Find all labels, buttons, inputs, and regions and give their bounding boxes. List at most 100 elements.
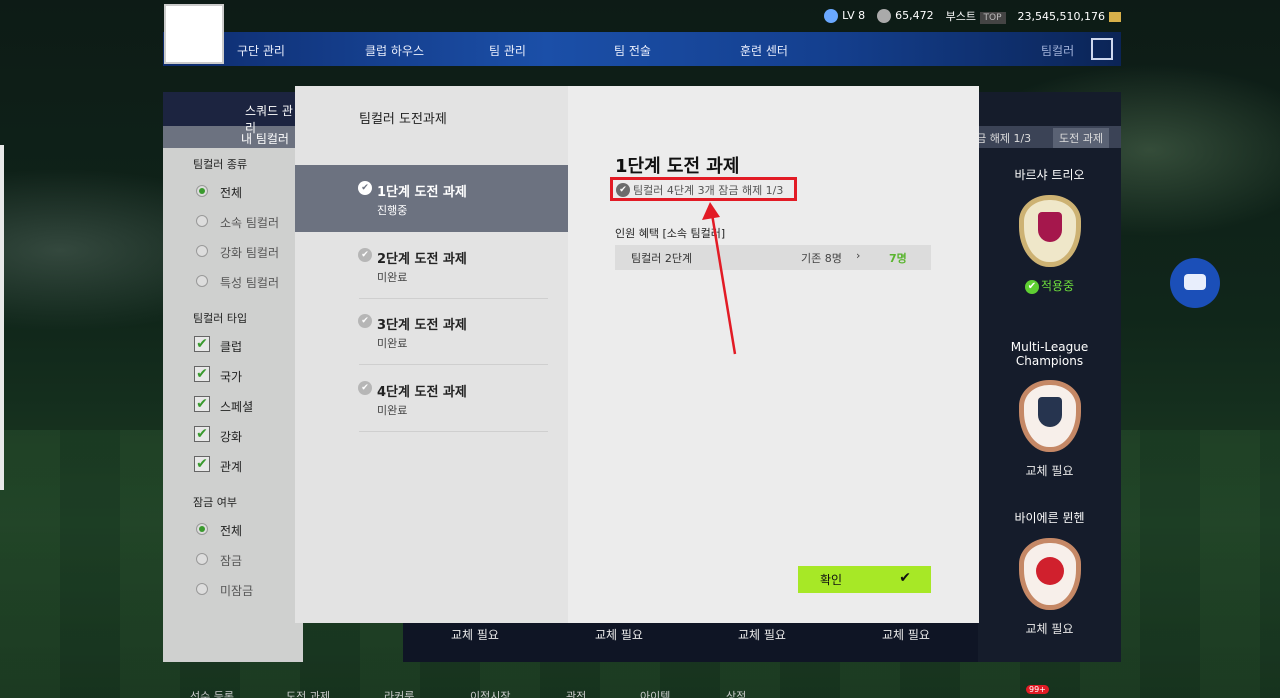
trophy-icon	[1037, 397, 1062, 427]
notification-badge: 99+	[1026, 685, 1049, 694]
option-label: 스페셜	[220, 400, 254, 414]
check-icon: ✔	[899, 570, 911, 586]
option-label: 미잠금	[220, 584, 254, 598]
benefit-name: 팀컬러 2단계	[631, 252, 693, 265]
coin-icon	[1109, 11, 1121, 22]
points-stat: 65,472	[877, 9, 934, 23]
panel-sub[interactable]: 내 팀컬러	[163, 126, 303, 148]
crest-icon	[1037, 212, 1062, 242]
bottom-nav-item[interactable]: 상점	[726, 688, 746, 698]
radio-option[interactable]: 잠금	[163, 544, 303, 574]
option-label: 전체	[220, 524, 243, 538]
challenge-modal: 팀컬러 도전과제 ✔ 1단계 도전 과제 진행중 ✔ 2단계 도전 과제 미완료…	[295, 86, 979, 623]
radio-icon	[196, 583, 208, 595]
bottom-nav-item[interactable]: 관전	[566, 688, 586, 698]
radio-option[interactable]: 특성 팀컬러	[163, 266, 303, 296]
bottom-nav: 선수 등록 도전 과제 라커룸 이적시장 관전 아이템 상점 99+	[160, 685, 1120, 698]
stage-status: 진행중	[377, 204, 408, 217]
exit-icon[interactable]	[1091, 38, 1113, 60]
stage-name: 1단계 도전 과제	[377, 185, 467, 200]
challenge-tab[interactable]: 도전 과제	[1053, 128, 1109, 148]
radio-option[interactable]: 전체	[163, 176, 303, 206]
confirm-button[interactable]: 확인 ✔	[798, 566, 931, 593]
nav-item-tactics[interactable]: 팀 전술	[614, 42, 651, 59]
stage-detail: 1단계 도전 과제 ✔ 팀컬러 4단계 3개 잠금 해제 1/3 인원 혜택 […	[568, 86, 979, 623]
bottom-nav-item[interactable]: 이적시장	[470, 688, 510, 698]
filter-sections: 팀컬러 종류 전체 소속 팀컬러 강화 팀컬러 특성 팀컬러 팀컬러 타입 ✔ 클럽 ✔ 국가 ✔ 스…	[163, 148, 303, 604]
nav-item-team-manage[interactable]: 팀 관리	[489, 42, 526, 59]
detail-title: 1단계 도전 과제	[615, 156, 740, 177]
nav-item-club-manage[interactable]: 구단 관리	[237, 42, 285, 59]
bottom-nav-item[interactable]: 아이템	[640, 688, 670, 698]
card-title: 바이에른 뮌헨	[1014, 511, 1085, 525]
checkbox-icon: ✔	[194, 426, 210, 442]
currency-stat: 23,545,510,176	[1018, 10, 1121, 23]
replace-label: 교체 필요	[738, 628, 786, 642]
checkbox-option[interactable]: ✔ 클럽	[163, 330, 303, 360]
chat-icon[interactable]	[1170, 258, 1220, 308]
stage-item-3[interactable]: ✔ 3단계 도전 과제 미완료	[295, 298, 568, 365]
stage-list: 팀컬러 도전과제 ✔ 1단계 도전 과제 진행중 ✔ 2단계 도전 과제 미완료…	[295, 86, 568, 623]
modal-title: 팀컬러 도전과제	[359, 112, 447, 127]
bottom-nav-item[interactable]: 라커룸	[384, 688, 414, 698]
stage-status: 미완료	[377, 337, 408, 350]
option-label: 전체	[220, 186, 243, 200]
right-tab-row: 잠금 해제 1/3 도전 과제	[960, 126, 1121, 148]
replace-label: 교체 필요	[451, 628, 499, 642]
smiley-icon	[824, 9, 839, 23]
stage-name: 3단계 도전 과제	[377, 318, 467, 333]
option-label: 잠금	[220, 554, 243, 568]
radio-icon	[196, 523, 208, 535]
points-text: 65,472	[895, 9, 934, 22]
radio-option[interactable]: 강화 팀컬러	[163, 236, 303, 266]
stage-item-1[interactable]: ✔ 1단계 도전 과제 진행중	[295, 165, 568, 232]
currency-text: 23,545,510,176	[1017, 9, 1105, 23]
boost-label: 부스트	[945, 10, 976, 23]
check-icon: ✔	[358, 181, 372, 195]
window-edge	[0, 145, 4, 490]
boost-badge: TOP	[979, 12, 1006, 24]
card-title: 바르샤 트리오	[1014, 168, 1085, 182]
stage-name: 4단계 도전 과제	[377, 385, 467, 400]
stage-item-2[interactable]: ✔ 2단계 도전 과제 미완료	[295, 232, 568, 299]
option-label: 강화 팀컬러	[220, 246, 280, 260]
radio-option[interactable]: 소속 팀컬러	[163, 206, 303, 236]
radio-option[interactable]: 미잠금	[163, 574, 303, 604]
teamcolor-card[interactable]: 바이에른 뮌헨 교체 필요	[978, 509, 1121, 637]
radio-option[interactable]: 전체	[163, 514, 303, 544]
checkbox-option[interactable]: ✔ 국가	[163, 360, 303, 390]
teamcolor-card[interactable]: 바르샤 트리오 ✔ 적용중	[978, 166, 1121, 294]
checkbox-option[interactable]: ✔ 스페셜	[163, 390, 303, 420]
checkbox-option[interactable]: ✔ 강화	[163, 420, 303, 450]
boost-stat[interactable]: 부스트 TOP	[946, 8, 1006, 24]
stage-name: 2단계 도전 과제	[377, 252, 467, 267]
filter-section-title: 팀컬러 종류	[193, 158, 248, 171]
confirm-label: 확인	[820, 573, 843, 587]
benefit-row: 팀컬러 2단계 기존 8명 › 7명	[615, 245, 931, 270]
stage-item-4[interactable]: ✔ 4단계 도전 과제 미완료	[295, 365, 568, 432]
nav-current-page: 팀컬러	[1041, 44, 1075, 58]
checkbox-option[interactable]: ✔ 관계	[163, 450, 303, 480]
level-text: LV 8	[842, 9, 866, 22]
checkbox-icon: ✔	[194, 396, 210, 412]
option-label: 관계	[220, 460, 243, 474]
nav-item-training[interactable]: 훈련 센터	[740, 42, 788, 59]
nav-item-club-house[interactable]: 클럽 하우스	[365, 42, 424, 59]
profile-avatar[interactable]	[164, 4, 224, 64]
option-label: 국가	[220, 370, 243, 384]
checkbox-icon: ✔	[194, 456, 210, 472]
checkbox-icon: ✔	[194, 366, 210, 382]
bottom-nav-item[interactable]: 도전 과제	[286, 688, 330, 698]
main-nav: 구단 관리 클럽 하우스 팀 관리 팀 전술 훈련 센터 팀컬러	[163, 32, 1121, 66]
teamcolor-card[interactable]: Multi-League Champions 교체 필요	[978, 340, 1121, 479]
replace-row: 교체 필요 교체 필요 교체 필요 교체 필요	[403, 623, 978, 662]
check-icon: ✔	[358, 248, 372, 262]
option-label: 특성 팀컬러	[220, 276, 280, 290]
stage-status: 미완료	[377, 271, 408, 284]
bottom-nav-item[interactable]: 선수 등록	[190, 688, 234, 698]
radio-icon	[196, 553, 208, 565]
replace-label: 교체 필요	[595, 628, 643, 642]
crest-icon	[1035, 557, 1064, 585]
check-icon: ✔	[1024, 279, 1039, 294]
radio-icon	[196, 245, 208, 257]
